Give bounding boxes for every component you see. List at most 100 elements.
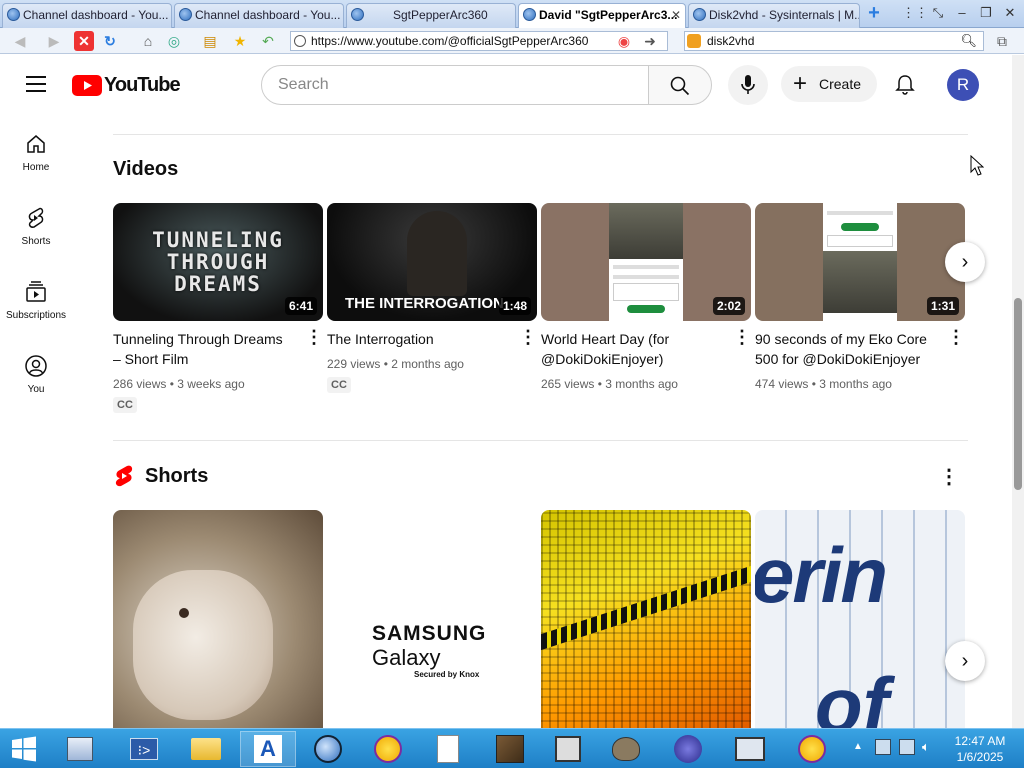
- hooded-figure: [407, 211, 467, 296]
- voice-search-button[interactable]: [728, 65, 768, 105]
- restore-button[interactable]: ❐: [976, 4, 996, 22]
- video-title[interactable]: The Interrogation: [327, 329, 507, 349]
- youtube-logo[interactable]: YouTube: [72, 74, 181, 96]
- duration-badge: 6:41: [284, 297, 317, 315]
- browser-tab[interactable]: SgtPepperArc360: [346, 3, 516, 28]
- minecraft-icon[interactable]: [482, 731, 538, 767]
- thumbnail-title-art: THE INTERROGATION: [345, 295, 504, 312]
- chevron-right-icon: ›: [961, 251, 969, 273]
- mouse-cursor-icon: [970, 155, 984, 176]
- more-actions-icon[interactable]: ⋮: [947, 327, 965, 347]
- refresh-icon[interactable]: ↻: [100, 31, 120, 51]
- home-icon: [27, 135, 45, 153]
- thumbnail-title-art: erin: [755, 531, 888, 619]
- browser-tab-active[interactable]: David "SgtPepperArc3... ✕: [518, 3, 686, 28]
- volume-muted-icon[interactable]: 🔈︎: [922, 739, 938, 755]
- video-title[interactable]: World Heart Day (for @DokiDokiEnjoyer): [541, 329, 721, 369]
- shorts-logo-icon: [115, 465, 133, 487]
- close-window-button[interactable]: ✕: [1000, 4, 1020, 22]
- video-card[interactable]: 2:02 World Heart Day (for @DokiDokiEnjoy…: [541, 203, 751, 391]
- scrollbar-thumb[interactable]: [1014, 298, 1022, 490]
- more-actions-icon[interactable]: ⋮: [733, 327, 751, 347]
- system-clock[interactable]: 12:47 AM 1/6/2025: [940, 733, 1020, 765]
- menu-icon[interactable]: [26, 76, 46, 92]
- pin-icon[interactable]: ⤡: [928, 4, 948, 22]
- more-actions-icon[interactable]: ⋮: [305, 327, 323, 347]
- video-card[interactable]: TUNNELING THROUGH DREAMS 6:41 Tunneling …: [113, 203, 323, 413]
- app-a-icon[interactable]: A: [240, 731, 296, 767]
- ie-tab-icon[interactable]: ◎: [164, 31, 184, 51]
- video-thumbnail[interactable]: 2:02: [541, 203, 751, 321]
- short-thumbnail[interactable]: [113, 510, 323, 730]
- shorts-more-icon[interactable]: ⋮: [939, 464, 959, 489]
- short-thumbnail[interactable]: SAMSUNG Galaxy Secured by Knox: [327, 510, 537, 730]
- video-thumbnail[interactable]: 1:31: [755, 203, 965, 321]
- powershell-icon[interactable]: ⁝>: [116, 731, 172, 767]
- search-input[interactable]: Search: [261, 65, 649, 105]
- yahoo-messenger-icon[interactable]: [360, 731, 416, 767]
- galaxy-wordmark: Galaxy: [372, 645, 441, 670]
- browser-search-field[interactable]: disk2vhd 🔍︎: [684, 31, 984, 51]
- notifications-button[interactable]: [894, 74, 916, 101]
- browser-taskbar-icon[interactable]: [300, 731, 356, 767]
- forward-icon[interactable]: ▶: [44, 31, 64, 51]
- bell-icon: [895, 75, 915, 95]
- windows-start-button[interactable]: [0, 731, 48, 767]
- close-tab-icon[interactable]: ✕: [671, 4, 681, 26]
- search-engine-icon: [687, 34, 701, 48]
- folder-icon[interactable]: [178, 731, 234, 767]
- shorts-next-arrow-button[interactable]: ›: [945, 641, 985, 681]
- tray-expand-icon[interactable]: ▲: [853, 741, 863, 752]
- sidebar-item-home[interactable]: Home: [0, 132, 72, 173]
- cc-badge: CC: [327, 377, 351, 393]
- go-arrow-icon[interactable]: ➜: [640, 31, 660, 51]
- create-button[interactable]: + Create: [781, 66, 877, 102]
- new-tab-button[interactable]: +: [864, 3, 884, 23]
- bookmark-star-icon[interactable]: ★: [230, 31, 250, 51]
- file-explorer-icon[interactable]: [52, 731, 108, 767]
- video-card[interactable]: THE INTERROGATION 1:48 The Interrogation…: [327, 203, 537, 393]
- sidebar-item-subscriptions[interactable]: Subscriptions: [0, 280, 72, 321]
- videos-heading[interactable]: Videos: [113, 158, 178, 181]
- sidebar-item-shorts[interactable]: Shorts: [0, 206, 72, 247]
- search-button[interactable]: [648, 65, 712, 105]
- video-title[interactable]: 90 seconds of my Eko Core 500 for @DokiD…: [755, 329, 935, 369]
- video-card[interactable]: 1:31 90 seconds of my Eko Core 500 for @…: [755, 203, 965, 391]
- network-tray-icon[interactable]: [875, 739, 891, 755]
- yahoo-icon[interactable]: [784, 731, 840, 767]
- page-scrollbar[interactable]: [1012, 55, 1024, 728]
- more-actions-icon[interactable]: ⋮: [519, 327, 537, 347]
- short-thumbnail[interactable]: [541, 510, 751, 730]
- address-bar[interactable]: https://www.youtube.com/@officialSgtPepp…: [290, 31, 668, 51]
- puppy-shape: [133, 570, 273, 720]
- notepad-icon[interactable]: [420, 731, 476, 767]
- history-icon[interactable]: ▤: [200, 31, 220, 51]
- plus-icon: +: [793, 70, 808, 97]
- stop-icon[interactable]: ✕: [74, 31, 94, 51]
- video-title[interactable]: Tunneling Through Dreams – Short Film: [113, 329, 293, 369]
- next-arrow-button[interactable]: ›: [945, 242, 985, 282]
- video-thumbnail[interactable]: THE INTERROGATION 1:48: [327, 203, 537, 321]
- browser-tab[interactable]: Disk2vhd - Sysinternals | M...: [688, 3, 860, 28]
- avatar[interactable]: R: [947, 69, 979, 101]
- video-thumbnail[interactable]: TUNNELING THROUGH DREAMS 6:41: [113, 203, 323, 321]
- globe-icon: [179, 8, 192, 21]
- undo-icon[interactable]: ↶: [258, 31, 278, 51]
- browser-tab[interactable]: Channel dashboard - You...: [174, 3, 344, 28]
- display-tray-icon[interactable]: [899, 739, 915, 755]
- shorts-heading[interactable]: Shorts: [113, 464, 208, 488]
- short-thumbnail[interactable]: erin of: [755, 510, 965, 730]
- bug-app-icon[interactable]: [660, 731, 716, 767]
- home-browser-icon[interactable]: ⌂: [138, 31, 158, 51]
- video-meta: 265 views • 3 months ago: [541, 377, 678, 391]
- back-icon[interactable]: ◀: [10, 31, 30, 51]
- sidebar-item-you[interactable]: You: [0, 354, 72, 395]
- monitor-icon[interactable]: [722, 731, 778, 767]
- browser-tab[interactable]: Channel dashboard - You...: [2, 3, 172, 28]
- minimize-button[interactable]: –: [952, 4, 972, 22]
- media-viewer-icon[interactable]: [540, 731, 596, 767]
- extension-icon[interactable]: ⧉: [992, 31, 1012, 51]
- search-icon[interactable]: 🔍︎: [960, 32, 977, 50]
- grid-icon[interactable]: ⋮⋮: [902, 4, 928, 22]
- gimp-icon[interactable]: [598, 731, 654, 767]
